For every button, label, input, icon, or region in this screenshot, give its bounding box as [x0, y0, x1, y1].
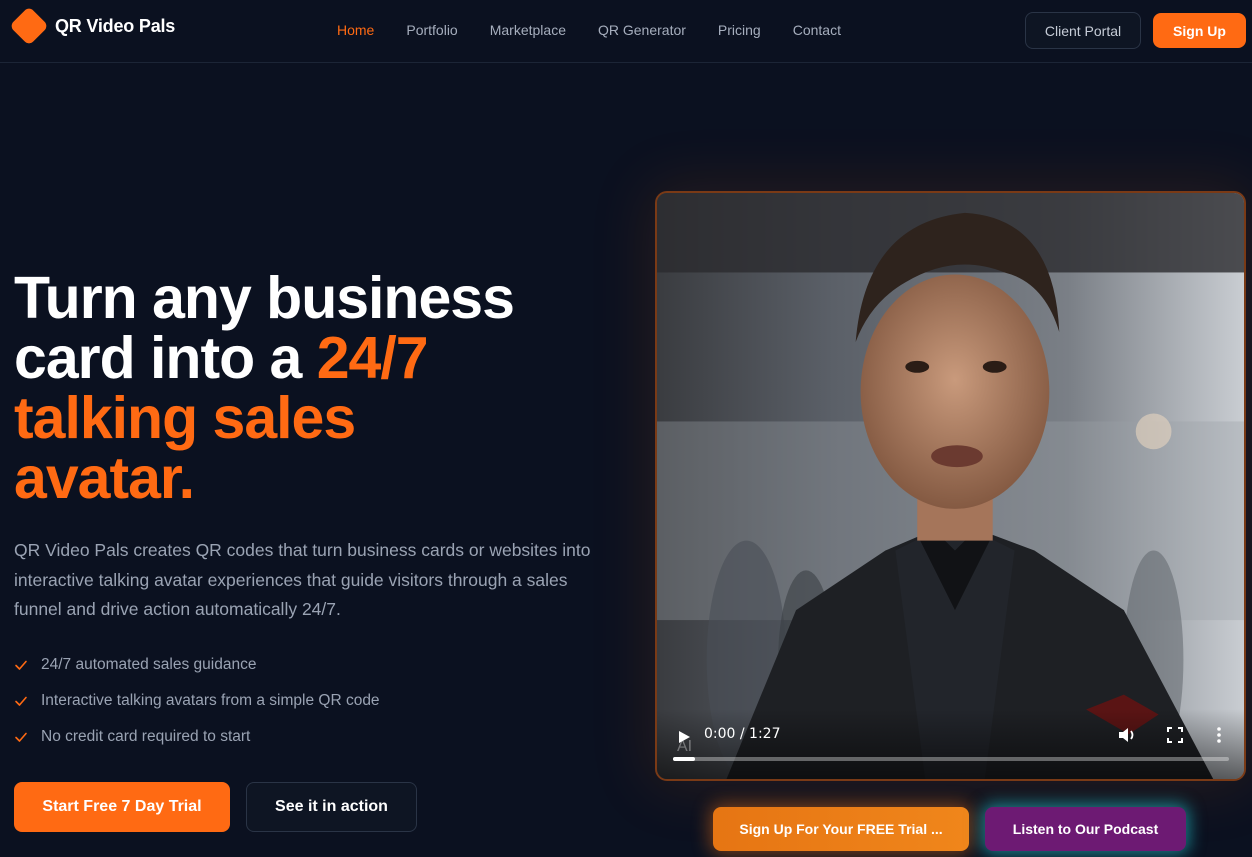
brand-logo[interactable]: QR Video Pals	[9, 6, 176, 46]
nav-link-marketplace[interactable]: Marketplace	[490, 22, 566, 38]
feature-text: Interactive talking avatars from a simpl…	[41, 692, 380, 709]
nav-link-contact[interactable]: Contact	[793, 22, 841, 38]
hero-title-line3: talking sales	[14, 385, 356, 451]
hero-title-line2: card into a	[14, 325, 317, 391]
see-it-in-action-button[interactable]: See it in action	[246, 782, 417, 832]
top-navbar: QR Video Pals Home Portfolio Marketplace…	[0, 0, 1252, 63]
hero-title-line1: Turn any business	[14, 265, 515, 331]
video-progress-fill	[673, 757, 696, 761]
nav-link-portfolio[interactable]: Portfolio	[406, 22, 457, 38]
nav-link-qr-generator[interactable]: QR Generator	[598, 22, 686, 38]
feature-text: 24/7 automated sales guidance	[41, 656, 257, 673]
video-time: 0:00 / 1:27	[704, 726, 781, 742]
client-portal-button[interactable]: Client Portal	[1025, 12, 1141, 49]
volume-icon[interactable]	[1117, 725, 1137, 745]
podcast-button[interactable]: Listen to Our Podcast	[985, 807, 1186, 851]
start-free-trial-button[interactable]: Start Free 7 Day Trial	[14, 782, 230, 832]
feature-item: 24/7 automated sales guidance	[14, 647, 380, 683]
hero-title-highlight-247: 24/7	[316, 325, 429, 391]
hero-title: Turn any business card into a 24/7 talki…	[14, 268, 614, 508]
video-progress-track[interactable]	[673, 757, 1229, 761]
avatar-video-frame	[657, 193, 1244, 779]
nav-links: Home Portfolio Marketplace QR Generator …	[337, 22, 873, 38]
play-icon[interactable]	[677, 730, 691, 744]
video-controls-bar	[657, 709, 1244, 779]
fullscreen-icon[interactable]	[1167, 727, 1183, 743]
feature-text: No credit card required to start	[41, 728, 251, 745]
free-trial-signup-button[interactable]: Sign Up For Your FREE Trial ...	[713, 807, 969, 851]
more-options-icon[interactable]	[1215, 725, 1223, 745]
brand-name: QR Video Pals	[55, 15, 176, 36]
check-icon	[15, 732, 27, 742]
hero-description: QR Video Pals creates QR codes that turn…	[14, 540, 591, 619]
nav-link-home[interactable]: Home	[337, 22, 374, 38]
feature-item: No credit card required to start	[14, 719, 380, 755]
video-player[interactable]: AI 0:00 / 1:27	[655, 191, 1246, 781]
feature-item: Interactive talking avatars from a simpl…	[14, 683, 380, 719]
feature-list: 24/7 automated sales guidance Interactiv…	[14, 647, 380, 755]
hero-title-line4: avatar.	[14, 445, 195, 511]
check-icon	[15, 696, 27, 706]
signup-button[interactable]: Sign Up	[1153, 13, 1246, 48]
nav-link-pricing[interactable]: Pricing	[718, 22, 761, 38]
logo-diamond-icon	[9, 6, 49, 46]
check-icon	[15, 660, 27, 670]
